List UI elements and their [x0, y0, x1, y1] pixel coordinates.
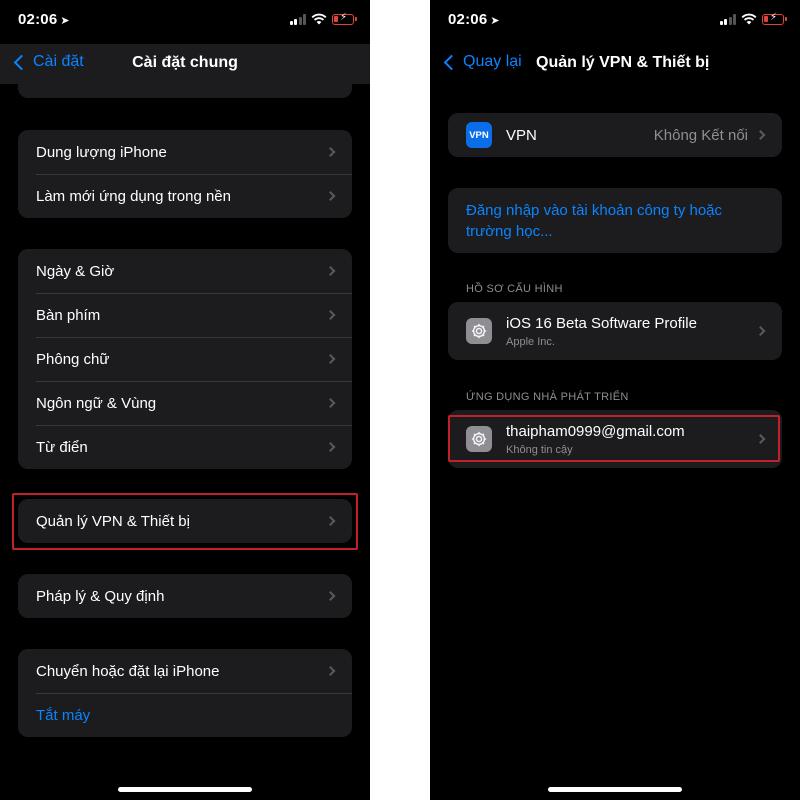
row-legal-regulatory[interactable]: Pháp lý & Quy định: [18, 574, 352, 618]
status-icons: ⚡: [289, 12, 357, 25]
gear-icon: [466, 318, 492, 344]
signin-link[interactable]: Đăng nhập vào tài khoản công ty hoặc trư…: [448, 188, 782, 254]
highlight-box: [12, 493, 358, 550]
home-indicator[interactable]: [118, 787, 252, 792]
status-icons: ⚡: [719, 12, 787, 25]
left-phone-screen: 02:06 ➤ ⚡ Cài đặt Cài đặt chung Dung lượn…: [0, 0, 370, 800]
signin-line-2: trường học...: [466, 223, 553, 240]
status-time: 02:06 ➤: [448, 11, 500, 28]
chevron-right-icon: [325, 191, 336, 201]
status-bar: 02:06 ➤ ⚡: [430, 0, 800, 44]
row-keyboard[interactable]: Bàn phím: [18, 293, 352, 337]
profile-name: iOS 16 Beta Software Profile: [506, 314, 697, 332]
wifi-icon: [741, 13, 757, 25]
row-transfer-reset[interactable]: Chuyển hoặc đặt lại iPhone: [18, 649, 352, 693]
signin-group: Đăng nhập vào tài khoản công ty hoặc trư…: [448, 188, 782, 253]
clock-text: 02:06: [448, 11, 488, 28]
legal-group: Pháp lý & Quy định: [18, 574, 352, 618]
chevron-right-icon: [325, 266, 336, 276]
vpn-label: VPN: [506, 126, 537, 144]
wifi-icon: [311, 13, 327, 25]
row-shutdown[interactable]: Tắt máy: [18, 693, 352, 737]
home-indicator[interactable]: [548, 787, 682, 792]
profiles-group: iOS 16 Beta Software Profile Apple Inc.: [448, 302, 782, 360]
battery-charging-icon: ⚡: [762, 12, 787, 25]
chevron-right-icon: [325, 591, 336, 601]
row-label: Tắt máy: [36, 706, 91, 724]
row-iphone-storage[interactable]: Dung lượng iPhone: [18, 130, 352, 174]
section-header-profiles: HỒ SƠ CẤU HÌNH: [466, 283, 563, 295]
nav-bar: Cài đặt Cài đặt chung: [0, 44, 370, 84]
location-arrow-icon: ➤: [490, 15, 500, 27]
row-background-refresh[interactable]: Làm mới ứng dụng trong nền: [18, 174, 352, 218]
location-arrow-icon: ➤: [60, 15, 70, 27]
vpn-status: Không Kết nối: [653, 126, 748, 144]
row-label: Ngôn ngữ & Vùng: [36, 394, 157, 412]
clock-text: 02:06: [18, 11, 58, 28]
chevron-right-icon: [325, 398, 336, 408]
row-label: Pháp lý & Quy định: [36, 587, 165, 605]
row-label: Làm mới ứng dụng trong nền: [36, 187, 231, 205]
signal-icon: [719, 13, 736, 25]
signal-icon: [289, 13, 306, 25]
highlight-box: [448, 415, 780, 462]
chevron-right-icon: [755, 130, 766, 140]
scrolled-group-fragment: [18, 84, 352, 98]
row-label: Từ điển: [36, 438, 88, 456]
chevron-right-icon: [325, 147, 336, 157]
chevron-right-icon: [325, 354, 336, 364]
row-date-time[interactable]: Ngày & Giờ: [18, 249, 352, 293]
right-phone-screen: 02:06 ➤ ⚡ Quay lại Quản lý VPN & Thiết bị…: [430, 0, 800, 800]
profile-publisher: Apple Inc.: [506, 335, 555, 348]
vpn-group: VPN VPN Không Kết nối: [448, 113, 782, 157]
chevron-right-icon: [325, 442, 336, 452]
row-label: Bàn phím: [36, 306, 101, 324]
status-bar: 02:06 ➤ ⚡: [0, 0, 370, 44]
locale-group: Ngày & Giờ Bàn phím Phông chữ Ngôn ngữ &…: [18, 249, 352, 469]
row-profile[interactable]: iOS 16 Beta Software Profile Apple Inc.: [448, 302, 782, 360]
row-language-region[interactable]: Ngôn ngữ & Vùng: [18, 381, 352, 425]
row-label: Dung lượng iPhone: [36, 143, 167, 161]
page-title: Quản lý VPN & Thiết bị: [536, 54, 710, 71]
row-label: Ngày & Giờ: [36, 262, 115, 280]
row-vpn[interactable]: VPN VPN Không Kết nối: [448, 113, 782, 157]
storage-group: Dung lượng iPhone Làm mới ứng dụng trong…: [18, 130, 352, 218]
nav-bar: Quay lại Quản lý VPN & Thiết bị: [430, 44, 800, 84]
status-time: 02:06 ➤: [18, 11, 70, 28]
row-fonts[interactable]: Phông chữ: [18, 337, 352, 381]
chevron-right-icon: [325, 666, 336, 676]
signin-line-1: Đăng nhập vào tài khoản công ty hoặc: [466, 202, 723, 219]
vpn-icon: VPN: [466, 122, 492, 148]
chevron-right-icon: [325, 310, 336, 320]
page-title: Cài đặt chung: [132, 54, 238, 71]
reset-group: Chuyển hoặc đặt lại iPhone Tắt máy: [18, 649, 352, 737]
row-label: Chuyển hoặc đặt lại iPhone: [36, 662, 220, 680]
row-label: Phông chữ: [36, 350, 110, 368]
row-dictionary[interactable]: Từ điển: [18, 425, 352, 469]
battery-charging-icon: ⚡: [332, 12, 357, 25]
chevron-right-icon: [755, 326, 766, 336]
section-header-developer: ỨNG DỤNG NHÀ PHÁT TRIỂN: [466, 391, 629, 403]
